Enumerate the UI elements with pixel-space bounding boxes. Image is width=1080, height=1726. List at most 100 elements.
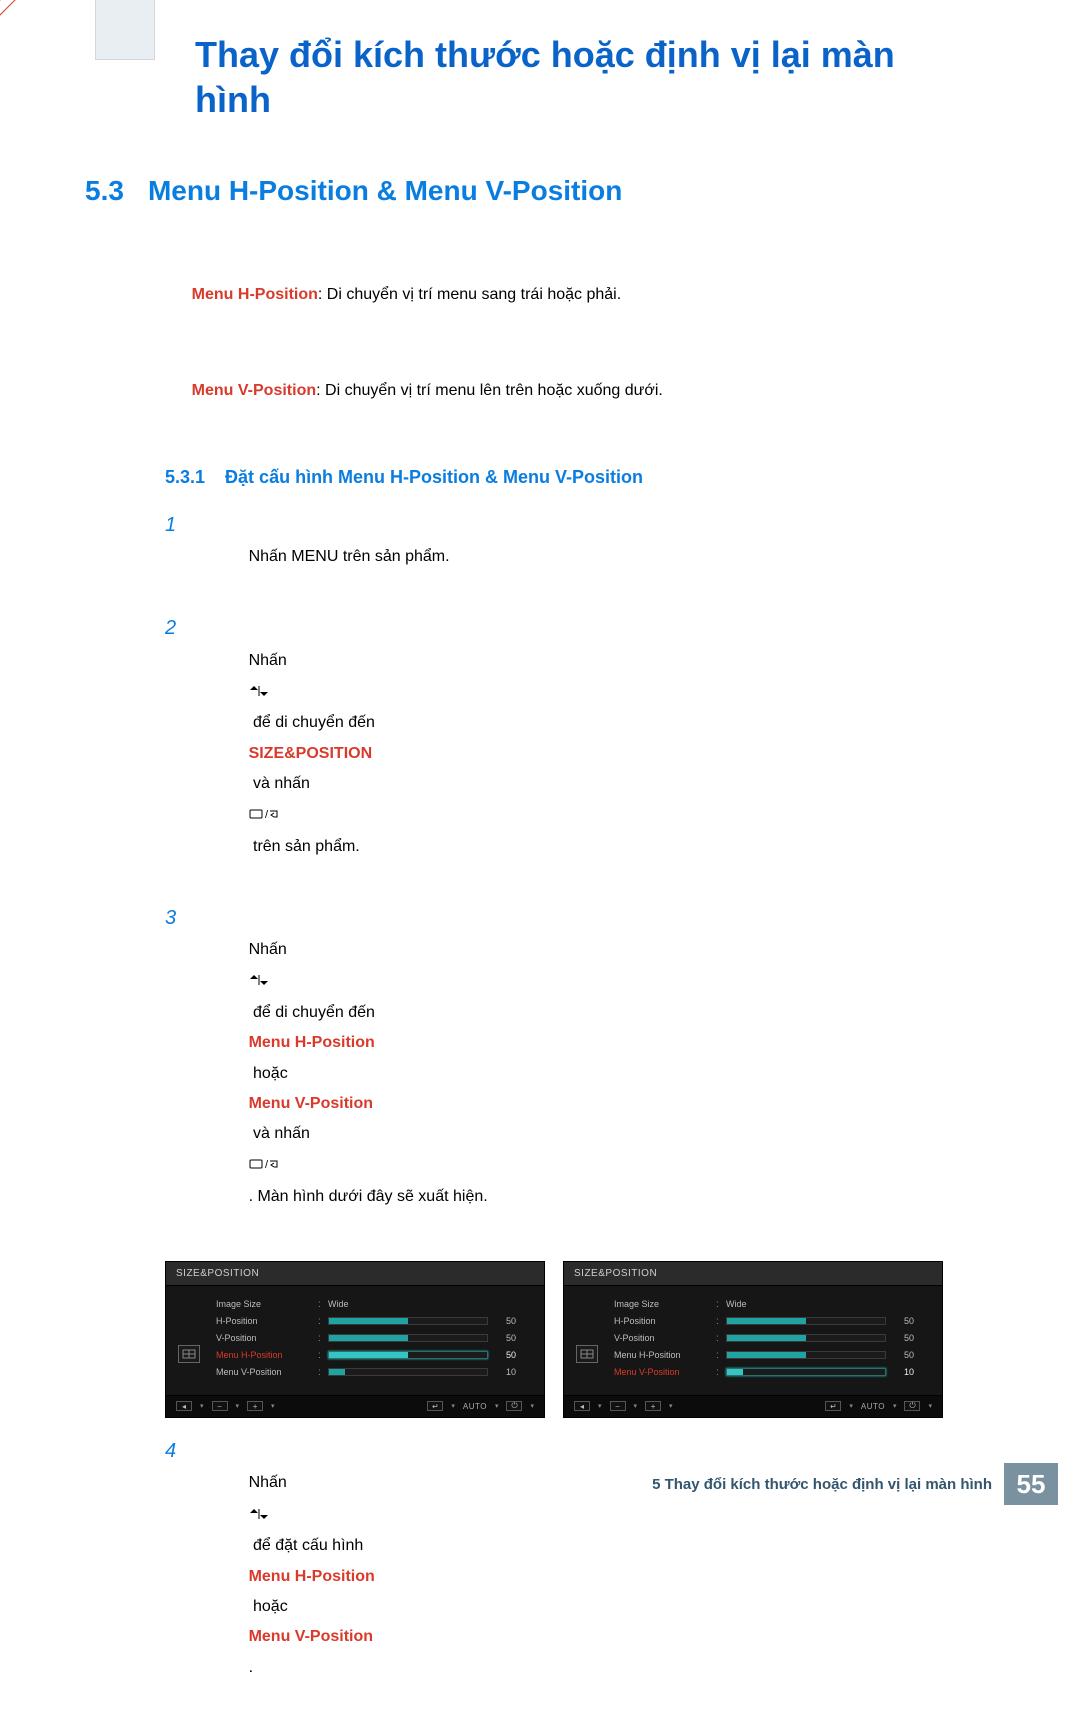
- osd-slider: [328, 1317, 488, 1325]
- osd-title: SIZE&POSITION: [564, 1262, 942, 1286]
- footer-page-number: 55: [1004, 1463, 1058, 1505]
- step2-post1: và nhấn: [249, 775, 315, 792]
- osd-label: Menu V-Position: [614, 1367, 710, 1377]
- osd-btn-enter-icon: ↵: [427, 1401, 443, 1411]
- step2-pre: Nhấn: [249, 652, 292, 669]
- osd-value: Wide: [726, 1299, 747, 1309]
- osd-item-menuv: Menu V-Position : 10: [614, 1364, 930, 1381]
- osd-value: Wide: [328, 1299, 349, 1309]
- step-3: 3 Nhấn để di chuyển đến Menu H-Position …: [165, 905, 995, 1243]
- osd-label: H-Position: [216, 1316, 312, 1326]
- osd-label: Image Size: [216, 1299, 312, 1309]
- osd-label: H-Position: [614, 1316, 710, 1326]
- osd-btn-left-icon: ◂: [176, 1401, 192, 1411]
- osd-btn-plus-icon: +: [247, 1401, 263, 1411]
- osd-item-menuh: Menu H-Position : 50: [216, 1347, 532, 1364]
- step3-mid: để di chuyển đến: [249, 1004, 380, 1021]
- step3-pre: Nhấn: [249, 941, 292, 958]
- osd-label: Menu H-Position: [614, 1350, 710, 1360]
- osd-left: SIZE&POSITION Image Size : Wide H-Pos: [165, 1261, 545, 1418]
- osd-slider: [328, 1351, 488, 1359]
- step-number: 1: [165, 514, 183, 537]
- osd-item-menuh: Menu H-Position : 50: [614, 1347, 930, 1364]
- footer-text: 5 Thay đổi kích thước hoặc định vị lại m…: [640, 1463, 1004, 1505]
- step3-or: hoặc: [249, 1065, 293, 1082]
- osd-btn-left-icon: ◂: [574, 1401, 590, 1411]
- osd-auto-label: AUTO: [861, 1402, 885, 1411]
- osd-value: 10: [892, 1367, 914, 1377]
- step4-post: .: [249, 1659, 253, 1676]
- step3-kw1: Menu H-Position: [249, 1034, 375, 1051]
- subsection-number: 5.3.1: [165, 467, 205, 488]
- osd-btn-enter-icon: ↵: [825, 1401, 841, 1411]
- svg-text:/: /: [265, 1159, 269, 1171]
- osd-value: 50: [494, 1350, 516, 1360]
- step-number: 2: [165, 617, 183, 640]
- step4-or: hoặc: [249, 1598, 293, 1615]
- step3-tail: . Màn hình dưới đây sẽ xuất hiện.: [249, 1188, 488, 1205]
- step4-kw2: Menu V-Position: [249, 1628, 373, 1645]
- osd-label: Menu H-Position: [216, 1350, 312, 1360]
- osd-value: 50: [892, 1333, 914, 1343]
- subsection-title: Đặt cấu hình Menu H-Position & Menu V-Po…: [225, 467, 643, 488]
- osd-value: 50: [494, 1333, 516, 1343]
- step-2: 2 Nhấn để di chuyển đến SIZE&POSITION và…: [165, 615, 995, 893]
- osd-item-hposition: H-Position : 50: [614, 1313, 930, 1330]
- page-footer: 5 Thay đổi kích thước hoặc định vị lại m…: [0, 1463, 1058, 1505]
- desc-menu-v-label: Menu V-Position: [192, 382, 316, 399]
- osd-btn-minus-icon: −: [610, 1401, 626, 1411]
- step2-keyword: SIZE&POSITION: [249, 745, 373, 762]
- osd-item-imagesize: Image Size : Wide: [614, 1296, 930, 1313]
- up-down-icon: [249, 967, 269, 997]
- section-number: 5.3: [85, 175, 124, 207]
- osd-slider: [726, 1368, 886, 1376]
- step-number: 4: [165, 1440, 183, 1463]
- osd-right: SIZE&POSITION Image Size : Wide H-Pos: [563, 1261, 943, 1418]
- osd-row: SIZE&POSITION Image Size : Wide H-Pos: [165, 1261, 995, 1418]
- step2-post2: trên sản phẩm.: [249, 838, 360, 855]
- osd-slider: [726, 1351, 886, 1359]
- page-title: Thay đổi kích thước hoặc định vị lại màn…: [195, 32, 945, 122]
- step4-mid: để đặt cấu hình: [249, 1537, 368, 1554]
- step3-kw2: Menu V-Position: [249, 1095, 373, 1112]
- osd-item-vposition: V-Position : 50: [216, 1330, 532, 1347]
- desc-menu-h-text: : Di chuyển vị trí menu sang trái hoặc p…: [318, 286, 621, 303]
- osd-value: 10: [494, 1367, 516, 1377]
- osd-slider: [726, 1334, 886, 1342]
- osd-bottom-bar: ◂▾ −▾ +▾ ↵▾ AUTO▾ ⏻▾: [166, 1395, 544, 1417]
- desc-menu-h-label: Menu H-Position: [192, 286, 318, 303]
- osd-slider: [328, 1368, 488, 1376]
- up-down-icon: [249, 678, 269, 708]
- osd-value: 50: [494, 1316, 516, 1326]
- osd-auto-label: AUTO: [463, 1402, 487, 1411]
- osd-slider: [726, 1317, 886, 1325]
- chapter-tab: [95, 0, 155, 60]
- osd-label: Image Size: [614, 1299, 710, 1309]
- desc-menu-v-text: : Di chuyển vị trí menu lên trên hoặc xu…: [316, 382, 663, 399]
- svg-text:/: /: [265, 809, 269, 821]
- step1-menu: MENU: [291, 548, 338, 565]
- section-heading: 5.3 Menu H-Position & Menu V-Position: [85, 175, 995, 207]
- step2-mid: để di chuyển đến: [249, 714, 380, 731]
- osd-item-vposition: V-Position : 50: [614, 1330, 930, 1347]
- osd-label: V-Position: [614, 1333, 710, 1343]
- step-number: 3: [165, 907, 183, 930]
- osd-title: SIZE&POSITION: [166, 1262, 544, 1286]
- osd-btn-power-icon: ⏻: [904, 1401, 920, 1411]
- osd-value: 50: [892, 1350, 914, 1360]
- step1-post: trên sản phẩm.: [338, 548, 449, 565]
- osd-label: V-Position: [216, 1333, 312, 1343]
- osd-category-icon: [178, 1345, 200, 1363]
- osd-label: Menu V-Position: [216, 1367, 312, 1377]
- osd-value: 50: [892, 1316, 914, 1326]
- osd-slider: [328, 1334, 488, 1342]
- step4-kw1: Menu H-Position: [249, 1568, 375, 1585]
- subsection-heading: 5.3.1 Đặt cấu hình Menu H-Position & Men…: [165, 467, 995, 488]
- source-enter-icon: /: [249, 802, 281, 832]
- step3-post1: và nhấn: [249, 1125, 315, 1142]
- osd-item-imagesize: Image Size : Wide: [216, 1296, 532, 1313]
- osd-bottom-bar: ◂▾ −▾ +▾ ↵▾ AUTO▾ ⏻▾: [564, 1395, 942, 1417]
- step-1: 1 Nhấn MENU trên sản phẩm.: [165, 512, 995, 603]
- section-title: Menu H-Position & Menu V-Position: [148, 175, 622, 207]
- osd-btn-minus-icon: −: [212, 1401, 228, 1411]
